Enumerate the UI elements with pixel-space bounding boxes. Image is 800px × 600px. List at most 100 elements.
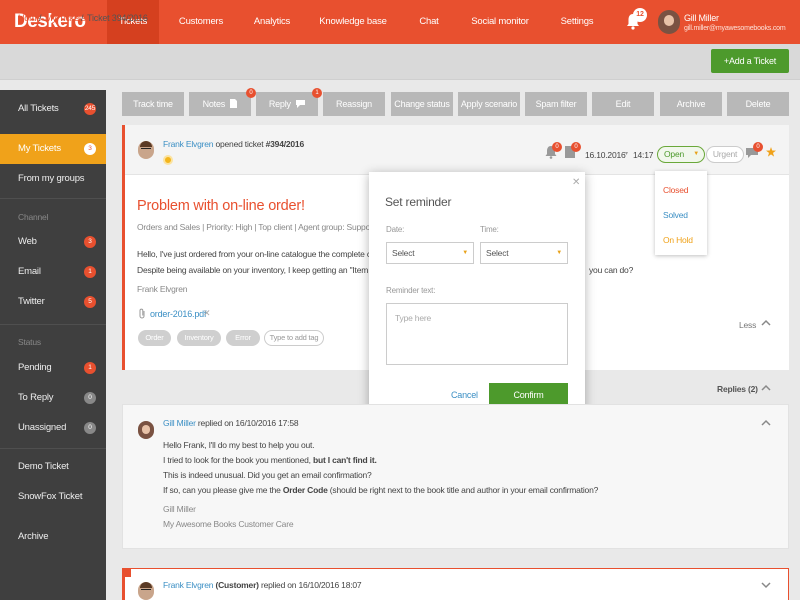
track-time-button[interactable]: Track time [122,92,184,116]
date-label: Date: [386,225,405,234]
reply-line-bold: but I can't find it. [312,455,377,465]
sidebar-item-from-my-groups[interactable]: From my groups [0,164,106,194]
sidebar-divider [0,324,106,325]
sidebar-item-label: To Reply [18,392,54,403]
count-badge: 3 [84,143,96,155]
tag-error[interactable]: Error [226,330,260,346]
reply-line-text: If so, can you please give me the [163,485,283,495]
status-select[interactable]: Open ▼ [657,146,705,163]
sidebar-item-demo-ticket[interactable]: Demo Ticket [0,452,106,482]
dialog-title: Set reminder [385,195,452,209]
nav-social-monitor[interactable]: Social monitor [468,0,532,44]
reply-line-text: (should be right next to the book title … [327,485,599,495]
sidebar-divider [0,448,106,449]
sidebar-item-label: All Tickets [18,103,59,114]
breadcrumb-separator: / [81,13,84,23]
date-select[interactable]: Select ▼ [386,242,474,264]
reassign-button[interactable]: Reassign [323,92,385,116]
breadcrumb-current: Ticket 394/2016 [87,13,148,23]
add-ticket-button[interactable]: +Add a Ticket [711,49,789,73]
ticket-author-link[interactable]: Frank Elvgren [163,139,214,149]
tag-inventory[interactable]: Inventory [177,330,221,346]
time-select[interactable]: Select ▼ [480,242,568,264]
sidebar-heading-channel: Channel [18,212,49,222]
user-name[interactable]: Gill Miller [684,13,719,23]
delete-button[interactable]: Delete [727,92,789,116]
star-icon[interactable] [766,147,776,157]
reply-line: I tried to look for the book you mention… [163,455,377,465]
nav-customers[interactable]: Customers [170,0,232,44]
agent-avatar[interactable] [138,421,154,439]
time-select-value: Select [486,248,509,258]
reply-author-link[interactable]: Frank Elvgren [163,580,214,590]
sidebar-item-label: From my groups [18,173,85,184]
breadcrumb-home[interactable]: Home [18,13,41,23]
sidebar-item-label: Pending [18,362,52,373]
breadcrumb-separator: / [39,13,42,23]
notes-button[interactable]: Notes [189,92,251,116]
sidebar-item-archive[interactable]: Archive [0,522,106,552]
status-value: Open [664,149,684,159]
chevron-up-icon[interactable] [761,318,771,328]
flag-icon [125,568,131,577]
reminder-text-label: Reminder text: [386,286,436,295]
reply-author-link[interactable]: Gill Miller [163,418,196,428]
sidebar-item-pending[interactable]: Pending 1 [0,353,106,383]
remove-attachment-icon[interactable]: ✕ [203,308,211,319]
close-icon[interactable]: ✕ [572,177,580,188]
sidebar-item-to-reply[interactable]: To Reply 0 [0,383,106,413]
ticket-body-line: Hello, I've just ordered from your on-li… [137,249,384,259]
breadcrumb-my-tickets[interactable]: My Tickets [45,13,86,23]
sidebar-item-email[interactable]: Email 1 [0,257,106,287]
less-toggle[interactable]: Less [739,320,756,330]
sidebar-item-label: Email [18,266,41,277]
reminder-text-input[interactable]: Type here [386,303,568,365]
status-option-on-hold[interactable]: On Hold [663,235,693,245]
reply-line-bold: Order Code [282,485,328,495]
add-tag-input[interactable]: Type to add tag [264,330,324,346]
reply-label: Reply [268,99,291,109]
ticket-body-line-end: you can do? [589,265,634,275]
edit-button[interactable]: Edit [592,92,654,116]
nav-chat[interactable]: Chat [413,0,445,44]
status-option-solved[interactable]: Solved [663,210,688,220]
chevron-down-icon: ▼ [556,250,562,256]
chevron-down-icon: ▼ [693,151,699,157]
apply-scenario-button[interactable]: Apply scenario [458,92,520,116]
attachment-link[interactable]: order-2016.pdf [150,309,206,319]
ticket-body-line: Despite being available on your inventor… [137,265,382,275]
sidebar-item-twitter[interactable]: Twitter 5 [0,287,106,317]
nav-settings[interactable]: Settings [556,0,598,44]
urgent-toggle[interactable]: Urgent [706,146,744,163]
archive-button[interactable]: Archive [660,92,722,116]
spam-filter-button[interactable]: Spam filter [525,92,587,116]
chevron-up-icon[interactable] [761,418,771,428]
user-avatar[interactable] [658,10,680,34]
count-badge: 5 [84,296,96,308]
tag-order[interactable]: Order [138,330,171,346]
sidebar-item-unassigned[interactable]: Unassigned 0 [0,413,106,443]
nav-knowledge-base[interactable]: Knowledge base [317,0,389,44]
sidebar-item-my-tickets[interactable]: My Tickets 3 [0,134,106,164]
chevron-up-icon[interactable] [761,383,771,393]
sidebar-heading-status: Status [18,337,41,347]
count-badge: 1 [84,362,96,374]
nav-analytics[interactable]: Analytics [246,0,298,44]
sidebar-item-web[interactable]: Web 3 [0,227,106,257]
sidebar-item-label: Web [18,236,37,247]
change-status-button[interactable]: Change status [391,92,453,116]
customer-avatar[interactable] [138,141,154,159]
sidebar-divider [0,198,106,199]
sidebar-item-all-tickets[interactable]: All Tickets 245 [0,94,106,124]
sidebar-item-snowfox-ticket[interactable]: SnowFox Ticket [0,482,106,512]
replies-count[interactable]: Replies (2) [717,384,758,394]
cancel-button[interactable]: Cancel [451,390,478,400]
date-caret-icon[interactable]: ▾ [625,150,628,157]
ticket-opened-line: Frank Elvgren opened ticket #394/2016 [163,139,304,149]
status-option-closed[interactable]: Closed [663,185,688,195]
reply-button[interactable]: Reply [256,92,318,116]
reply-date-text: replied on 16/10/2016 17:58 [195,418,299,428]
reply-line: If so, can you please give me the Order … [163,485,598,495]
chevron-down-icon[interactable] [761,580,771,590]
customer-avatar[interactable] [138,582,154,600]
